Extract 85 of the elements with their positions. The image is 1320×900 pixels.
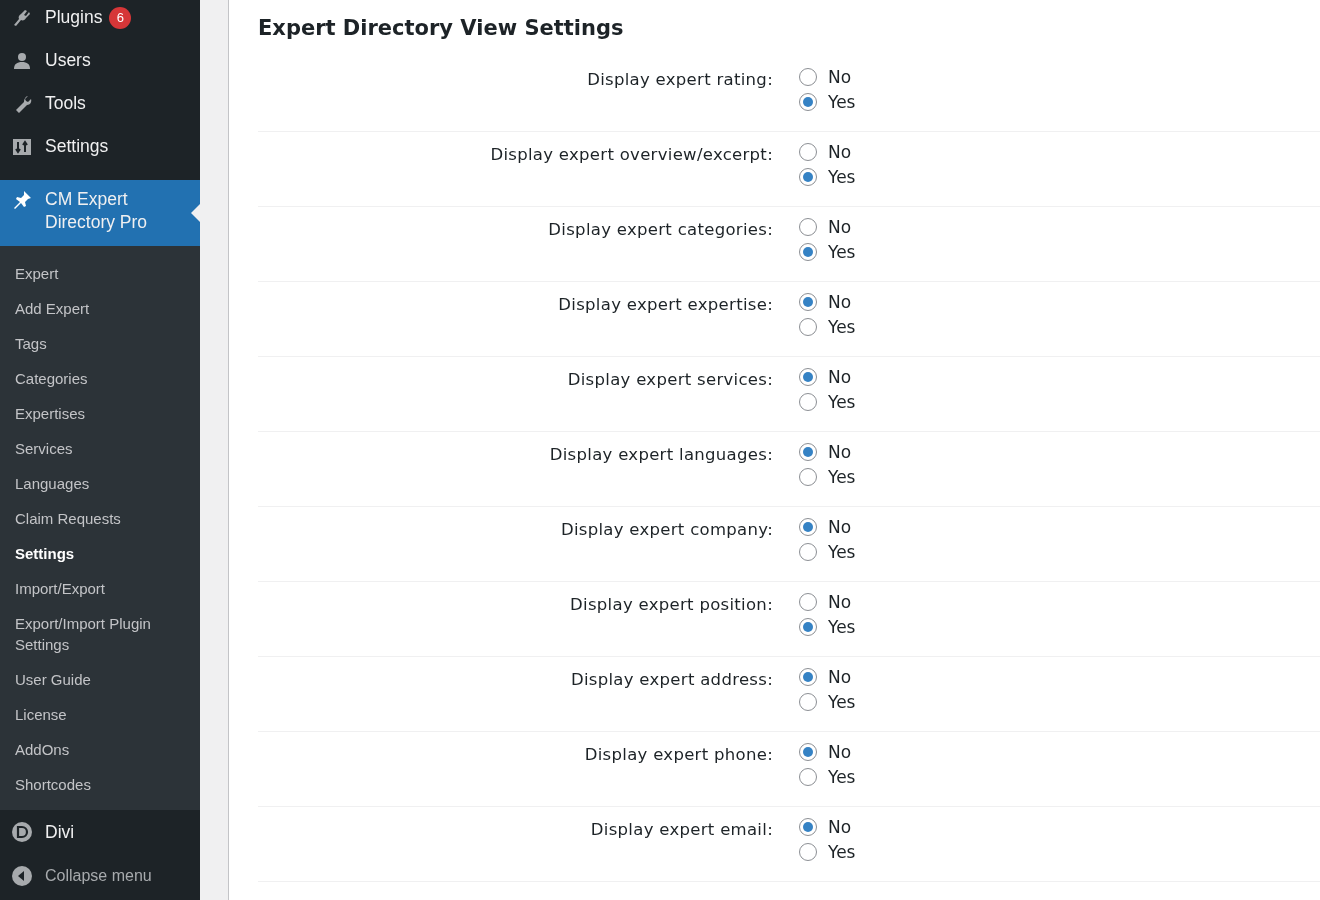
radio-label: Yes <box>828 542 856 562</box>
setting-label: Display expert categories: <box>547 219 773 241</box>
plug-icon <box>12 7 32 28</box>
radio-label: No <box>828 442 852 462</box>
radio-button[interactable] <box>799 543 817 561</box>
radio-label: No <box>828 517 852 537</box>
submenu-item[interactable]: Categories <box>0 361 200 396</box>
update-count-badge: 6 <box>109 6 132 29</box>
radio-label: No <box>828 817 852 837</box>
radio-button[interactable] <box>799 843 817 861</box>
user-icon <box>12 50 32 71</box>
submenu-item[interactable]: Expert <box>0 256 200 291</box>
radio-button[interactable] <box>799 318 817 336</box>
radio-label: No <box>828 367 852 387</box>
collapse-icon <box>12 866 32 886</box>
radio-label: Yes <box>828 167 856 187</box>
submenu-item[interactable]: Shortcodes <box>0 767 200 802</box>
setting-label: Display expert overview/excerpt: <box>489 144 773 166</box>
pin-icon <box>12 190 32 210</box>
radio-button[interactable] <box>799 668 817 686</box>
submenu-item[interactable]: Services <box>0 431 200 466</box>
submenu-item[interactable]: License <box>0 697 200 732</box>
setting-label: Display expert expertise: <box>557 294 773 316</box>
radio-button[interactable] <box>799 393 817 411</box>
submenu-item[interactable]: Tags <box>0 326 200 361</box>
radio-label: No <box>828 67 852 87</box>
radio-label: No <box>828 667 852 687</box>
radio-label: No <box>828 142 852 162</box>
radio-button[interactable] <box>799 693 817 711</box>
submenu-item[interactable]: Claim Requests <box>0 501 200 536</box>
section-title: Expert Directory View Settings <box>258 16 625 40</box>
radio-button[interactable] <box>799 143 817 161</box>
radio-button[interactable] <box>799 743 817 761</box>
radio-button[interactable] <box>799 293 817 311</box>
radio-label: No <box>828 742 852 762</box>
menu-item[interactable]: CM Expert Directory Pro <box>0 180 200 246</box>
menu-item[interactable]: Tools <box>0 82 200 125</box>
menu-item[interactable]: Divi <box>0 810 200 854</box>
collapse-menu-button[interactable]: Collapse menu <box>0 854 200 898</box>
letter-circle-icon <box>12 822 32 842</box>
submenu-item[interactable]: Import/Export <box>0 571 200 606</box>
radio-button[interactable] <box>799 443 817 461</box>
setting-label: Display expert email: <box>589 819 773 841</box>
radio-label: Yes <box>828 92 856 112</box>
radio-label: Yes <box>828 767 856 787</box>
radio-label: Yes <box>828 692 856 712</box>
submenu-item[interactable]: User Guide <box>0 662 200 697</box>
radio-button[interactable] <box>799 68 817 86</box>
setting-label: Display expert address: <box>569 669 773 691</box>
radio-button[interactable] <box>799 768 817 786</box>
submenu-item[interactable]: Languages <box>0 466 200 501</box>
radio-button[interactable] <box>799 368 817 386</box>
setting-label: Display expert position: <box>569 594 773 616</box>
submenu-item[interactable]: Export/Import Plugin Settings <box>0 606 200 662</box>
radio-button[interactable] <box>799 818 817 836</box>
radio-button[interactable] <box>799 243 817 261</box>
radio-button[interactable] <box>799 518 817 536</box>
setting-label: Display expert languages: <box>548 444 773 466</box>
submenu-item[interactable]: AddOns <box>0 732 200 767</box>
menu-item[interactable]: Users <box>0 39 200 82</box>
radio-label: No <box>828 592 852 612</box>
radio-label: Yes <box>828 242 856 262</box>
radio-button[interactable] <box>799 218 817 236</box>
setting-label: Display expert company: <box>559 519 773 541</box>
menu-item[interactable]: Plugins 6 <box>0 0 200 39</box>
radio-label: Yes <box>828 392 856 412</box>
sliders-icon <box>12 136 32 157</box>
radio-label: No <box>828 217 852 237</box>
radio-button[interactable] <box>799 468 817 486</box>
radio-label: Yes <box>828 617 856 637</box>
radio-label: Yes <box>828 317 856 337</box>
submenu-item[interactable]: Expertises <box>0 396 200 431</box>
radio-button[interactable] <box>799 593 817 611</box>
submenu-item[interactable]: Settings <box>0 536 200 571</box>
submenu-item[interactable]: Add Expert <box>0 291 200 326</box>
radio-label: No <box>828 292 852 312</box>
radio-label: Yes <box>828 467 856 487</box>
radio-button[interactable] <box>799 168 817 186</box>
setting-label: Display expert services: <box>566 369 773 391</box>
radio-button[interactable] <box>799 618 817 636</box>
setting-label: Display expert rating: <box>586 69 773 91</box>
setting-label: Display expert phone: <box>583 744 773 766</box>
radio-label: Yes <box>828 842 856 862</box>
radio-button[interactable] <box>799 93 817 111</box>
menu-item[interactable]: Settings <box>0 125 200 168</box>
